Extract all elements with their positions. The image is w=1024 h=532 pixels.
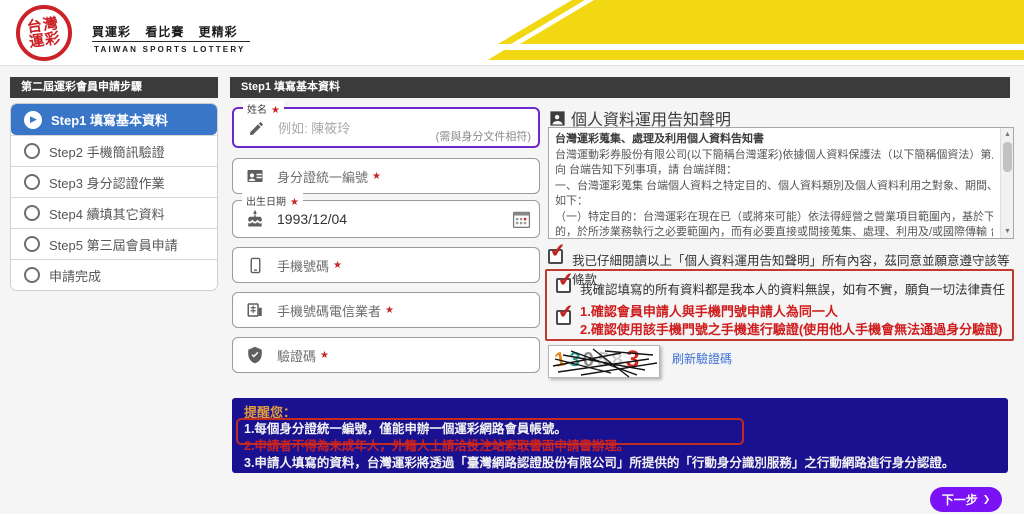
- circle-icon: [24, 267, 40, 283]
- steps-sidebar: ▶ Step1 填寫基本資料 Step2 手機簡訊驗證 Step3 身分認證作業…: [10, 103, 218, 291]
- captcha-label: 驗證碼: [277, 346, 316, 365]
- app-header: 台灣運彩 買運彩 看比賽 更精彩 TAIWAN SPORTS LOTTERY: [0, 0, 1024, 66]
- agreement-row-2: ✔ 我確認填寫的所有資料都是我本人的資料無誤，如有不實，願負一切法律責任: [556, 278, 1006, 298]
- agreement-checkbox-2[interactable]: ✔: [556, 278, 571, 293]
- scrollbar[interactable]: ▲ ▼: [1000, 128, 1013, 238]
- required-star: ★: [333, 260, 342, 271]
- header-slogan: 買運彩 看比賽 更精彩: [92, 23, 238, 40]
- name-input[interactable]: 姓名★ 例如: 陳筱玲 (需與身分文件相符): [232, 107, 540, 148]
- id-label: 身分證統一編號: [277, 167, 368, 186]
- sidebar-item-step4[interactable]: Step4 續填其它資料: [11, 197, 217, 228]
- sidebar-item-step5[interactable]: Step5 第三屆會員申請: [11, 228, 217, 259]
- step-label: Step3 身分認證作業: [49, 173, 165, 192]
- birth-date-input[interactable]: 出生日期★ 1993/12/04: [232, 200, 540, 238]
- notice-line: 一、台灣運彩蒐集 台端個人資料之特定目的、個人資料類別及個人資料利用之對象、期間…: [555, 179, 993, 195]
- play-icon: ▶: [24, 111, 42, 129]
- agreement-checkbox-1[interactable]: ✔: [548, 249, 563, 264]
- notice-line: 如下：: [555, 194, 993, 210]
- step-label: Step5 第三屆會員申請: [49, 235, 178, 254]
- circle-icon: [24, 205, 40, 221]
- step-label: Step2 手機簡訊驗證: [49, 142, 165, 161]
- captcha-image[interactable]: 130583: [548, 345, 660, 378]
- step-label: Step1 填寫基本資料: [51, 110, 168, 129]
- captcha-input[interactable]: 驗證碼 ★: [232, 337, 540, 373]
- required-star: ★: [385, 305, 394, 316]
- smartphone-icon: [245, 255, 265, 275]
- scroll-thumb[interactable]: [1003, 142, 1012, 172]
- account-box-icon: [548, 109, 567, 128]
- page: 台灣運彩 買運彩 看比賽 更精彩 TAIWAN SPORTS LOTTERY 第…: [0, 0, 1024, 532]
- slogan-divider: [92, 41, 250, 42]
- carrier-label: 手機號碼電信業者: [277, 301, 381, 320]
- reminder-box: 提醒您： 1.每個身分證統一編號，僅能申辦一個運彩網路會員帳號。 2.申請者不得…: [232, 398, 1008, 473]
- sidebar-title-bar: 第二屆運彩會員申請步驟: [10, 77, 218, 98]
- sidebar-item-step2[interactable]: Step2 手機簡訊驗證: [11, 135, 217, 166]
- notice-line: 向 台端告知下列事項，請 台端詳閱：: [555, 163, 993, 179]
- reminder-item-1: 1.每個身分證統一編號，僅能申辦一個運彩網路會員帳號。: [244, 421, 996, 438]
- mobile-number-input[interactable]: 手機號碼 ★: [232, 247, 540, 283]
- chevron-right-icon: ❯: [983, 494, 991, 505]
- circle-icon: [24, 236, 40, 252]
- notice-line: （一）特定目的：台灣運彩在現在已（或將來可能）依法得經營之營業項目範圍內，基於下…: [555, 210, 993, 226]
- agreement-row-3: ✔ 1.確認會員申請人與手機門號申請人為同一人 2.確認使用該手機門號之手機進行…: [556, 303, 1011, 339]
- name-hint: (需與身分文件相符): [436, 128, 531, 144]
- required-star: ★: [372, 171, 381, 182]
- agreement-checkbox-3[interactable]: ✔: [556, 310, 571, 325]
- logo-text-2: 運彩: [28, 30, 62, 51]
- reminder-item-2: 2.申請者不得為未成年人，外籍人士請洽投注站索取書面申請書辦理。: [244, 438, 996, 455]
- scroll-down-icon[interactable]: ▼: [1001, 225, 1014, 238]
- next-step-label: 下一步: [942, 491, 978, 508]
- header-subtitle: TAIWAN SPORTS LOTTERY: [94, 45, 246, 54]
- carrier-select[interactable]: 手機號碼電信業者 ★: [232, 292, 540, 328]
- notice-line: 台灣運動彩券股份有限公司(以下簡稱台灣運彩)依據個人資料保護法（以下簡稱個資法）…: [555, 148, 993, 164]
- national-id-input[interactable]: 身分證統一編號 ★: [232, 158, 540, 194]
- notice-line: 台灣運彩蒐集、處理及利用個人資料告知書: [555, 132, 993, 148]
- captcha-scribble: [549, 346, 661, 379]
- circle-icon: [24, 174, 40, 190]
- refresh-captcha-link[interactable]: 刷新驗證碼: [672, 350, 732, 367]
- calendar-icon[interactable]: [512, 210, 531, 229]
- required-star: ★: [320, 350, 329, 361]
- sim-card-icon: [245, 300, 265, 320]
- agreement-text-2: 我確認填寫的所有資料都是我本人的資料無誤，如有不實，願負一切法律責任: [580, 278, 1005, 298]
- privacy-notice-scrollbox[interactable]: 台灣運彩蒐集、處理及利用個人資料告知書 台灣運動彩券股份有限公司(以下簡稱台灣運…: [548, 127, 1014, 239]
- agreement-text-3: 1.確認會員申請人與手機門號申請人為同一人 2.確認使用該手機門號之手機進行驗證…: [580, 303, 1003, 339]
- yellow-stripes-decoration: [464, 0, 1024, 66]
- phone-label: 手機號碼: [277, 256, 329, 275]
- shield-check-icon: [245, 345, 265, 365]
- main-title-bar: Step1 填寫基本資料: [230, 77, 1010, 98]
- red-check-icon: ✔: [557, 300, 575, 325]
- pencil-icon: [246, 118, 266, 138]
- reminder-title: 提醒您：: [244, 405, 996, 421]
- notice-line: 的，於所涉業務執行之必要範圍內，而有必要直接或間接蒐集、處理、利用及/或國際傳輸…: [555, 225, 993, 238]
- name-label: 姓名★: [243, 101, 284, 116]
- step-label: 申請完成: [49, 266, 101, 285]
- sidebar-item-complete[interactable]: 申請完成: [11, 259, 217, 290]
- sidebar-item-step3[interactable]: Step3 身分認證作業: [11, 166, 217, 197]
- next-step-button[interactable]: 下一步 ❯: [930, 487, 1002, 512]
- privacy-notice-text: 台灣運彩蒐集、處理及利用個人資料告知書 台灣運動彩券股份有限公司(以下簡稱台灣運…: [549, 128, 999, 238]
- sidebar-item-step1[interactable]: ▶ Step1 填寫基本資料: [11, 104, 217, 135]
- bottom-strip: [0, 514, 1024, 532]
- id-card-icon: [245, 166, 265, 186]
- circle-icon: [24, 143, 40, 159]
- scroll-up-icon[interactable]: ▲: [1001, 128, 1014, 141]
- red-check-icon: ✔: [557, 268, 575, 293]
- taiwan-sports-lottery-logo: 台灣運彩: [16, 5, 72, 61]
- cake-icon: [245, 209, 265, 229]
- reminder-item-3: 3.申請人填寫的資料，台灣運彩將透過「臺灣網路認證股份有限公司」所提供的「行動身…: [244, 455, 996, 472]
- step-label: Step4 續填其它資料: [49, 204, 165, 223]
- birth-label: 出生日期★: [242, 193, 303, 208]
- birth-value: 1993/12/04: [277, 211, 347, 227]
- name-placeholder: 例如: 陳筱玲: [278, 118, 350, 137]
- red-check-icon: ✔: [549, 239, 567, 264]
